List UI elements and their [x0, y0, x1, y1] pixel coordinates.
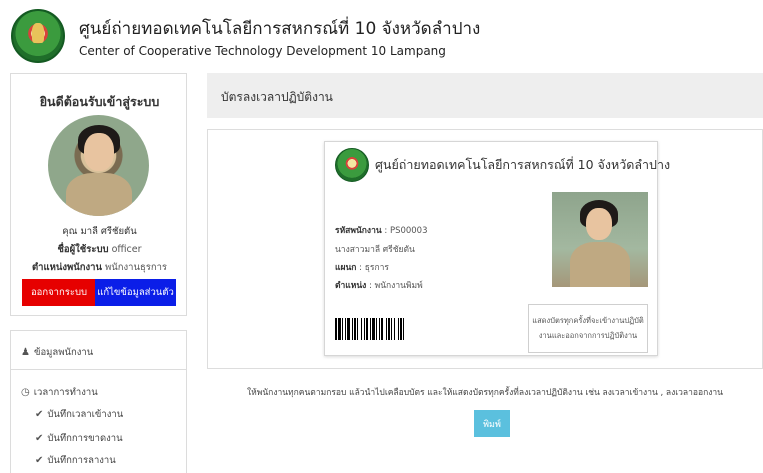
menu-divider: [11, 369, 186, 370]
clock-icon: ◷: [21, 387, 30, 398]
card-id-value: PS00003: [389, 226, 428, 236]
menu-item-checkin[interactable]: ✔ บันทึกเวลาเข้างาน: [35, 407, 123, 422]
card-id-line: รหัสพนักงาน : PS00003: [335, 226, 428, 236]
card-position-value: พนักงานพิมพ์: [374, 281, 423, 291]
header-title-th: ศูนย์ถ่ายทอดเทคโนโลยีการสหกรณ์ที่ 10 จัง…: [79, 19, 481, 39]
username-value: officer: [111, 244, 142, 255]
user-name-line: คุณ มาลี ศรีชัยตัน: [11, 224, 188, 239]
card-id-label: รหัสพนักงาน: [335, 226, 382, 236]
card-dept-value: ธุรการ: [364, 263, 389, 273]
employee-id-card: ศูนย์ถ่ายทอดเทคโนโลยีการสหกรณ์ที่ 10 จัง…: [324, 141, 670, 356]
menu-item-leave[interactable]: ✔ บันทึกการลางาน: [35, 453, 116, 468]
check-icon: ✔: [35, 409, 44, 420]
position-line: ตำแหน่งพนักงาน พนักงานธุรการ: [11, 260, 188, 275]
card-position-line: ตำแหน่ง : พนักงานพิมพ์: [335, 281, 423, 291]
menu-employee-info[interactable]: ♟ ข้อมูลพนักงาน: [21, 345, 93, 360]
card-note-line: งานและออกจากการปฏิบัติงาน: [538, 331, 638, 340]
card-position-label: ตำแหน่ง: [335, 281, 367, 291]
position-value: พนักงานธุรการ: [104, 262, 168, 273]
instruction-text: ให้พนักงานทุกคนตามกรอบ แล้วนำไปเคลือบบัต…: [247, 388, 723, 398]
menu-item-label: บันทึกการขาดงาน: [47, 433, 123, 444]
logout-button[interactable]: ออกจากระบบ: [22, 279, 96, 306]
site-header: ศูนย์ถ่ายทอดเทคโนโลยีการสหกรณ์ที่ 10 จัง…: [0, 0, 763, 68]
avatar: [48, 115, 149, 216]
check-icon: ✔: [35, 433, 44, 444]
user-icon: ♟: [21, 347, 30, 358]
card-note-line: แสดงบัตรทุกครั้งที่จะเข้างานปฏิบัติ: [532, 316, 644, 325]
name-prefix: คุณ: [62, 226, 78, 237]
header-title-en: Center of Cooperative Technology Develop…: [79, 44, 446, 58]
employee-photo: [552, 192, 648, 287]
welcome-title: ยินดีต้อนรับเข้าสู่ระบบ: [39, 94, 160, 109]
side-menu: ♟ ข้อมูลพนักงาน ◷ เวลาการทำงาน ✔ บันทึกเ…: [10, 330, 187, 473]
card-fullname-value: นางสาวมาลี ศรีชัยตัน: [335, 245, 415, 255]
menu-item-label: บันทึกเวลาเข้างาน: [47, 409, 124, 420]
print-button[interactable]: พิมพ์: [474, 410, 510, 437]
menu-item-label: บันทึกการลางาน: [47, 455, 116, 466]
user-name: มาลี ศรีชัยตัน: [80, 226, 137, 237]
card-note-box: แสดงบัตรทุกครั้งที่จะเข้างานปฏิบัติ งานแ…: [528, 304, 648, 353]
section-header: บัตรลงเวลาปฏิบัติงาน: [207, 73, 763, 118]
menu-item-absence[interactable]: ✔ บันทึกการขาดงาน: [35, 431, 123, 446]
username-label: ชื่อผู้ใช้ระบบ: [57, 244, 109, 255]
menu-work-time[interactable]: ◷ เวลาการทำงาน: [21, 385, 98, 400]
barcode: [335, 318, 470, 340]
menu-work-time-label: เวลาการทำงาน: [33, 387, 98, 398]
username-line: ชื่อผู้ใช้ระบบ officer: [11, 242, 188, 257]
org-logo: [11, 9, 65, 63]
menu-employee-info-label: ข้อมูลพนักงาน: [33, 347, 94, 358]
card-dept-label: แผนก: [335, 263, 357, 273]
card-fullname: นางสาวมาลี ศรีชัยตัน: [335, 242, 415, 256]
position-label: ตำแหน่งพนักงาน: [31, 262, 102, 273]
card-dept-line: แผนก : ธุรการ: [335, 263, 389, 273]
welcome-panel: ยินดีต้อนรับเข้าสู่ระบบ คุณ มาลี ศรีชัยต…: [10, 73, 187, 316]
card-org-name: ศูนย์ถ่ายทอดเทคโนโลยีการสหกรณ์ที่ 10 จัง…: [375, 157, 671, 172]
edit-profile-button[interactable]: แก้ไขข้อมูลส่วนตัว: [95, 279, 176, 306]
section-title: บัตรลงเวลาปฏิบัติงาน: [221, 90, 333, 104]
card-logo: [335, 148, 369, 182]
check-icon: ✔: [35, 455, 44, 466]
